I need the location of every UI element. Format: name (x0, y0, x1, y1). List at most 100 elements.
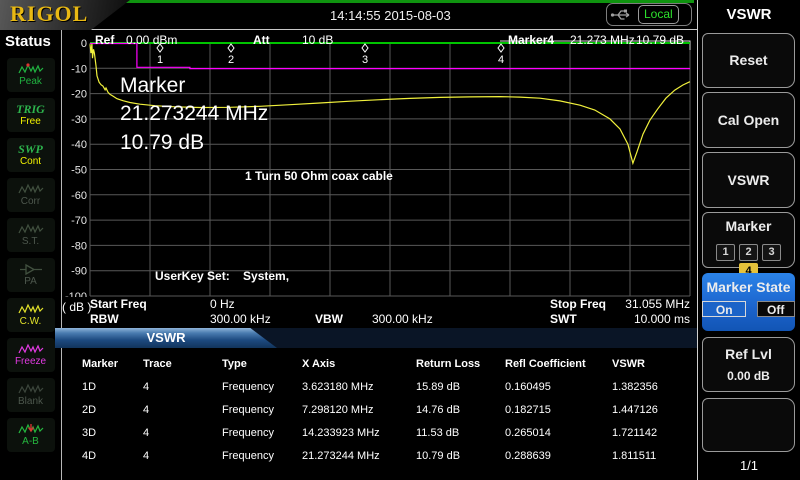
svg-text:-50: -50 (71, 165, 87, 177)
reset-button[interactable]: Reset (702, 33, 795, 88)
table-header-cell: Type (222, 358, 302, 370)
table-row: 2D4Frequency7.298120 MHz14.76 dB0.182715… (62, 398, 697, 421)
status-item-cw: C.W. (7, 298, 55, 332)
marker-table: MarkerTraceTypeX AxisReturn LossRefl Coe… (62, 348, 697, 480)
spectrum-plot: 0-10-20-30-40-50-60-70-80-90-1001234 (62, 30, 697, 297)
ref-lvl-value: 0.00 dB (703, 369, 794, 383)
table-cell: 1.721142 (612, 427, 692, 439)
table-cell: 10.79 dB (416, 450, 505, 462)
svg-text:1: 1 (157, 54, 163, 66)
empty-softkey[interactable] (702, 398, 795, 452)
cal-open-button[interactable]: Cal Open (702, 92, 795, 148)
swp-icon: SWP (18, 143, 43, 156)
status-item-list: PeakTRIGFreeSWPContCorrS.T.PAC.W.FreezeB… (0, 58, 61, 452)
table-cell: Frequency (222, 381, 302, 393)
status-item-label: Freeze (15, 356, 46, 367)
vswr-button[interactable]: VSWR (702, 152, 795, 208)
table-cell: 4 (143, 427, 222, 439)
freeze-icon (18, 343, 44, 356)
marker4-readout-label: Marker4 (508, 33, 554, 47)
tab-vswr[interactable]: VSWR (55, 328, 277, 348)
marker-3-key[interactable]: 3 (762, 244, 781, 261)
stop-freq-value: 31.055 MHz (625, 297, 690, 311)
svg-text:-40: -40 (71, 139, 87, 151)
y-axis-unit: ( dB ) (62, 300, 91, 314)
table-cell: 0.265014 (505, 427, 612, 439)
table-cell: 2D (82, 404, 143, 416)
ref-lvl-label: Ref Lvl (703, 346, 794, 362)
table-cell: 0.160495 (505, 381, 612, 393)
status-item-swp: SWPCont (7, 138, 55, 172)
vbw-label: VBW (315, 312, 343, 326)
table-cell: 3D (82, 427, 143, 439)
svg-text:-30: -30 (71, 114, 87, 126)
status-item-trig: TRIGFree (7, 98, 55, 132)
marker-1-key[interactable]: 1 (716, 244, 735, 261)
marker-state-label: Marker State (702, 279, 795, 295)
vbw-value: 300.00 kHz (372, 312, 433, 326)
svg-text:0: 0 (81, 38, 87, 50)
status-item-label: A-B (22, 436, 39, 447)
status-item-label: Blank (18, 396, 43, 407)
connection-status: Local (606, 3, 692, 26)
ref-label: Ref (95, 33, 114, 47)
table-cell: 4 (143, 450, 222, 462)
start-freq-label: Start Freq (90, 297, 147, 311)
svg-text:-80: -80 (71, 240, 87, 252)
userkey-message: UserKey Set: System, (155, 269, 289, 283)
svg-text:-60: -60 (71, 190, 87, 202)
marker-overlay-freq: 21.273244 MHz (120, 102, 268, 126)
datetime: 14:14:55 2015-08-03 (330, 8, 451, 23)
table-cell: 1.382356 (612, 381, 692, 393)
swt-label: SWT (550, 312, 577, 326)
table-header-cell: Trace (143, 358, 222, 370)
table-header-row: MarkerTraceTypeX AxisReturn LossRefl Coe… (62, 352, 697, 375)
rbw-label: RBW (90, 312, 119, 326)
svg-text:-70: -70 (71, 215, 87, 227)
top-bar: RIGOL 14:14:55 2015-08-03 Local (0, 0, 697, 30)
table-header-cell: Return Loss (416, 358, 505, 370)
sweep-status-bar: ( dB ) Start Freq 0 Hz Stop Freq 31.055 … (62, 297, 697, 328)
status-sidebar: Status PeakTRIGFreeSWPContCorrS.T.PAC.W.… (0, 30, 62, 480)
status-item-label: Free (20, 116, 41, 127)
marker-state-button[interactable]: Marker State On Off (702, 273, 795, 331)
table-cell: 1D (82, 381, 143, 393)
softkey-panel: VSWR Reset Cal Open VSWR Marker 1234 Mar… (697, 0, 800, 480)
ref-lvl-button[interactable]: Ref Lvl 0.00 dB (702, 337, 795, 392)
start-freq-value: 0 Hz (210, 297, 235, 311)
att-value: 10 dB (302, 33, 333, 47)
table-cell: 14.76 dB (416, 404, 505, 416)
marker-overlay-title: Marker (120, 74, 185, 98)
table-cell: 4D (82, 450, 143, 462)
status-item-pa: PA (7, 258, 55, 292)
svg-text:4: 4 (498, 54, 504, 66)
marker4-readout-amp: 10.79 dB (636, 33, 684, 47)
page-indicator: 1/1 (698, 458, 800, 473)
att-label: Att (253, 33, 270, 47)
rbw-value: 300.00 kHz (210, 312, 271, 326)
table-cell: 21.273244 MHz (302, 450, 416, 462)
stop-freq-label: Stop Freq (550, 297, 606, 311)
pa-icon (19, 263, 43, 276)
result-tab-strip: VSWR (62, 328, 697, 348)
marker-state-off[interactable]: Off (757, 301, 795, 317)
trace-annotation: 1 Turn 50 Ohm coax cable (245, 169, 393, 183)
table-header-cell: VSWR (612, 358, 692, 370)
svg-text:-10: -10 (71, 63, 87, 75)
svg-text:2: 2 (228, 54, 234, 66)
marker-2-key[interactable]: 2 (739, 244, 758, 261)
table-cell: Frequency (222, 450, 302, 462)
ab-icon (18, 423, 44, 436)
status-title: Status (0, 30, 61, 52)
status-item-label: Corr (21, 196, 40, 207)
table-row: 3D4Frequency14.233923 MHz11.53 dB0.26501… (62, 421, 697, 444)
table-row: 1D4Frequency3.623180 MHz15.89 dB0.160495… (62, 375, 697, 398)
table-header-cell: Marker (82, 358, 143, 370)
table-cell: 14.233923 MHz (302, 427, 416, 439)
table-cell: 1.811511 (612, 450, 692, 462)
status-item-label: Peak (19, 76, 42, 87)
peak-icon (18, 63, 44, 76)
table-cell: 11.53 dB (416, 427, 505, 439)
marker-select-button[interactable]: Marker 1234 (702, 212, 795, 268)
marker-state-on[interactable]: On (702, 301, 746, 317)
